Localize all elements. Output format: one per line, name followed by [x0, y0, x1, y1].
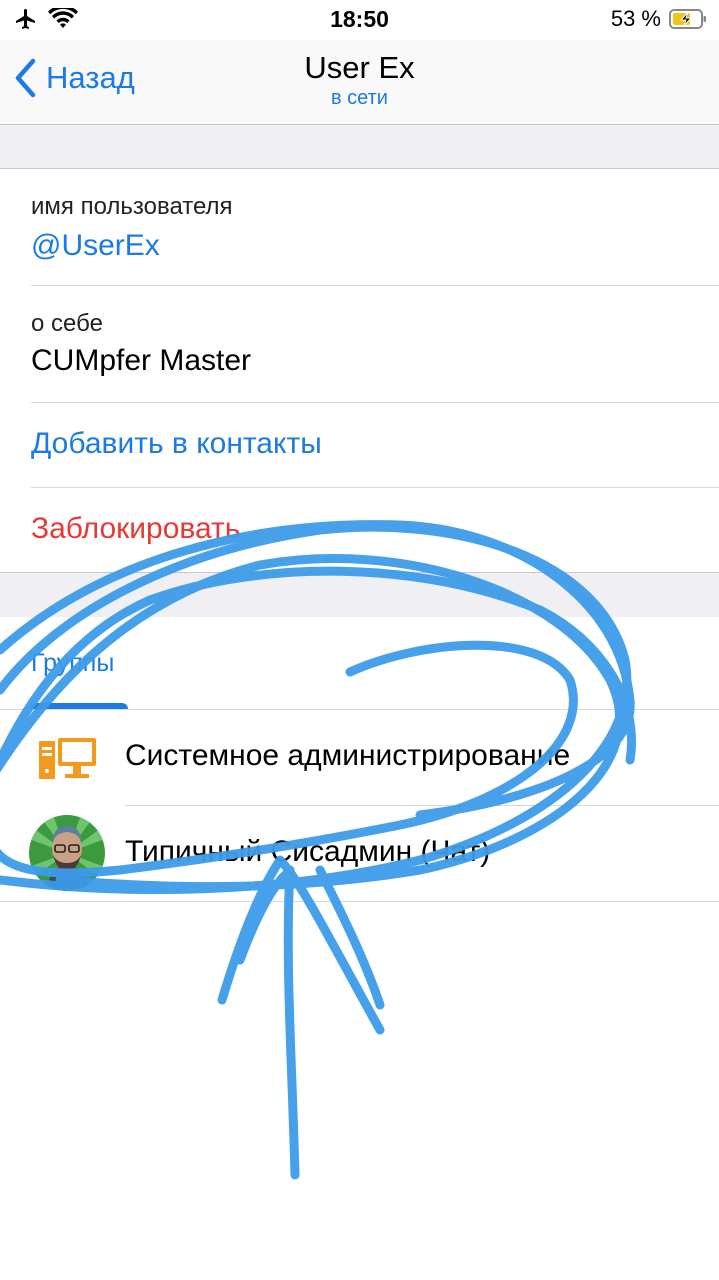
status-bar: 18:50 53 %	[0, 0, 719, 40]
navigation-bar: Назад User Ex в сети	[0, 40, 719, 125]
username-label: имя пользователя	[31, 193, 233, 220]
bio-row: о себе CUMpfer Master	[31, 286, 719, 403]
bio-value: CUMpfer Master	[31, 344, 252, 377]
bio-label: о себе	[31, 310, 103, 337]
profile-section: имя пользователя @UserEx о себе CUMpfer …	[0, 169, 719, 572]
add-contact-button[interactable]: Добавить в контакты	[31, 427, 322, 461]
section-gap-2	[0, 572, 719, 618]
group-name: Типичный Сисадмин (Чат)	[125, 835, 491, 868]
username-value[interactable]: @UserEx	[31, 229, 160, 263]
username-row[interactable]: имя пользователя @UserEx	[31, 169, 719, 286]
group-name: Системное администрирование	[125, 739, 571, 772]
battery-percent: 53 %	[610, 6, 661, 31]
tab-groups[interactable]: Группы	[31, 649, 114, 678]
avatar	[29, 815, 105, 891]
battery-charging-icon	[669, 9, 706, 29]
block-row[interactable]: Заблокировать	[31, 488, 719, 572]
section-gap	[0, 125, 719, 169]
list-divider	[0, 901, 719, 902]
group-item-sysadmin[interactable]: Системное администрирование	[0, 710, 719, 805]
groups-tab-bar: Группы	[0, 617, 719, 709]
computer-icon	[39, 738, 96, 779]
status-right: 53 %	[611, 6, 707, 32]
page-title: User Ex	[304, 50, 415, 85]
group-item-typical-sysadmin[interactable]: Типичный Сисадмин (Чат)	[0, 806, 719, 901]
add-contact-row[interactable]: Добавить в контакты	[31, 403, 719, 488]
online-status: в сети	[331, 87, 388, 109]
block-button[interactable]: Заблокировать	[31, 512, 240, 546]
